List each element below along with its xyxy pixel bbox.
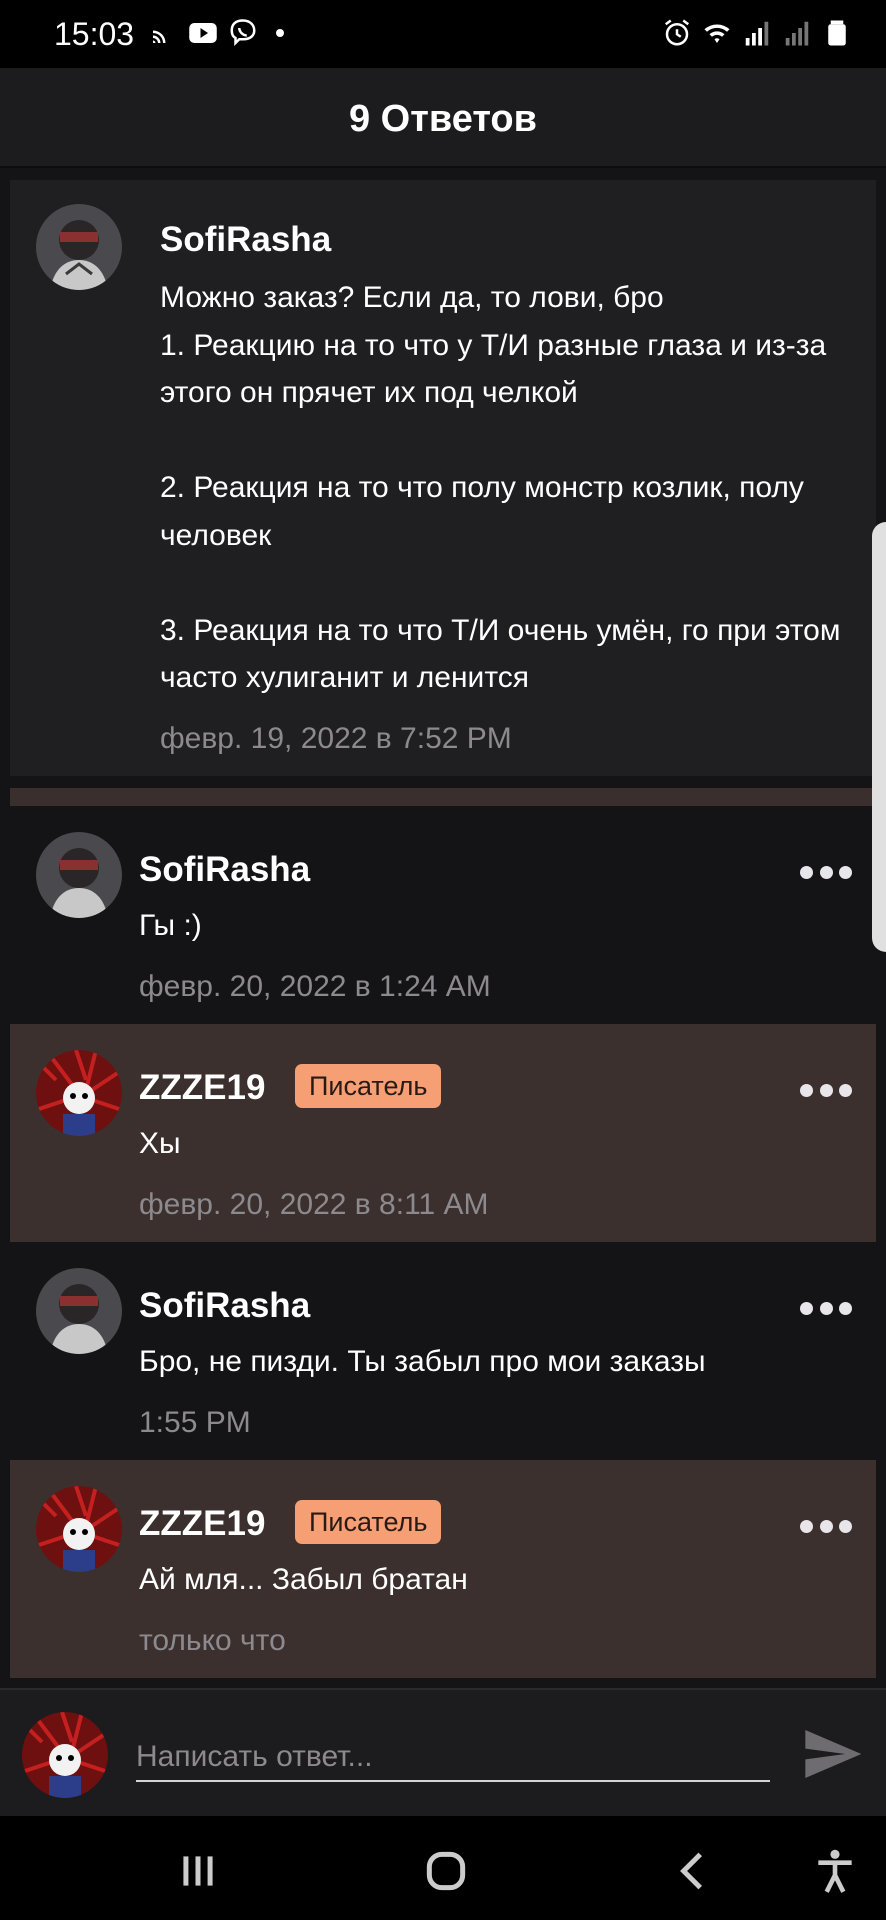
- avatar[interactable]: [36, 1268, 122, 1354]
- avatar[interactable]: [36, 832, 122, 918]
- signal-icon: [785, 21, 809, 46]
- avatar[interactable]: [36, 204, 122, 290]
- reply-item: ZZZE19 Писатель Хы февр. 20, 2022 в 8:11…: [10, 1024, 876, 1242]
- home-icon[interactable]: [421, 1846, 471, 1896]
- reply-timestamp: февр. 20, 2022 в 1:24 AM: [139, 970, 491, 1003]
- status-bar: 15:03: [0, 0, 886, 68]
- reply-text: Ай мля... Забыл братан: [139, 1563, 468, 1596]
- more-options-icon[interactable]: [800, 1084, 852, 1098]
- alarm-icon: [665, 19, 689, 46]
- reply-timestamp: 1:55 PM: [139, 1406, 251, 1439]
- avatar[interactable]: [36, 1050, 122, 1136]
- reply-timestamp: только что: [139, 1624, 286, 1657]
- reply-timestamp: февр. 20, 2022 в 8:11 AM: [139, 1188, 489, 1221]
- page-title: 9 Ответов: [348, 98, 538, 140]
- reply-author[interactable]: ZZZE19: [139, 1504, 265, 1544]
- send-icon[interactable]: [798, 1722, 866, 1786]
- system-nav-bar: [0, 1816, 886, 1920]
- reply-item: SofiRasha Гы :) февр. 20, 2022 в 1:24 AM: [10, 806, 876, 1024]
- recents-icon[interactable]: [173, 1846, 223, 1896]
- back-icon[interactable]: [669, 1846, 719, 1896]
- reply-text: Бро, не пизди. Ты забыл про мои заказы: [139, 1345, 706, 1378]
- scrollbar[interactable]: [872, 522, 886, 952]
- status-right-icons: [662, 18, 852, 48]
- reply-input[interactable]: [136, 1734, 770, 1782]
- more-options-icon[interactable]: [800, 1302, 852, 1316]
- reply-author[interactable]: SofiRasha: [139, 1286, 310, 1326]
- divider: [10, 788, 876, 806]
- reply-item: SofiRasha Бро, не пизди. Ты забыл про мо…: [10, 1242, 876, 1460]
- comment-author[interactable]: SofiRasha: [160, 220, 331, 260]
- comment-timestamp: февр. 19, 2022 в 7:52 PM: [160, 722, 512, 755]
- reply-item: ZZZE19 Писатель Ай мля... Забыл братан т…: [10, 1460, 876, 1678]
- status-left-icons: [148, 18, 284, 48]
- comment-text: Можно заказ? Если да, то лови, бро 1. Ре…: [160, 281, 841, 694]
- parent-comment: SofiRasha Можно заказ? Если да, то лови,…: [10, 180, 876, 776]
- accessibility-icon[interactable]: [810, 1846, 860, 1896]
- more-options-icon[interactable]: [800, 866, 852, 880]
- battery-icon: [828, 20, 846, 46]
- reply-text: Гы :): [139, 909, 202, 942]
- cast-icon: [153, 30, 166, 43]
- youtube-icon: [189, 23, 217, 43]
- writer-badge: Писатель: [295, 1500, 442, 1544]
- viber-icon: [230, 19, 256, 47]
- more-options-icon[interactable]: [800, 1520, 852, 1534]
- wifi-icon: [704, 24, 730, 43]
- reply-text: Хы: [139, 1127, 181, 1160]
- reply-composer: [0, 1688, 886, 1816]
- reply-author[interactable]: ZZZE19: [139, 1068, 265, 1108]
- status-time: 15:03: [54, 16, 135, 52]
- writer-badge: Писатель: [295, 1064, 442, 1108]
- notification-dot-icon: [276, 29, 284, 37]
- avatar[interactable]: [36, 1486, 122, 1572]
- avatar: [22, 1712, 108, 1798]
- header: 9 Ответов: [0, 68, 886, 168]
- signal-icon: [745, 21, 769, 46]
- reply-author[interactable]: SofiRasha: [139, 850, 310, 890]
